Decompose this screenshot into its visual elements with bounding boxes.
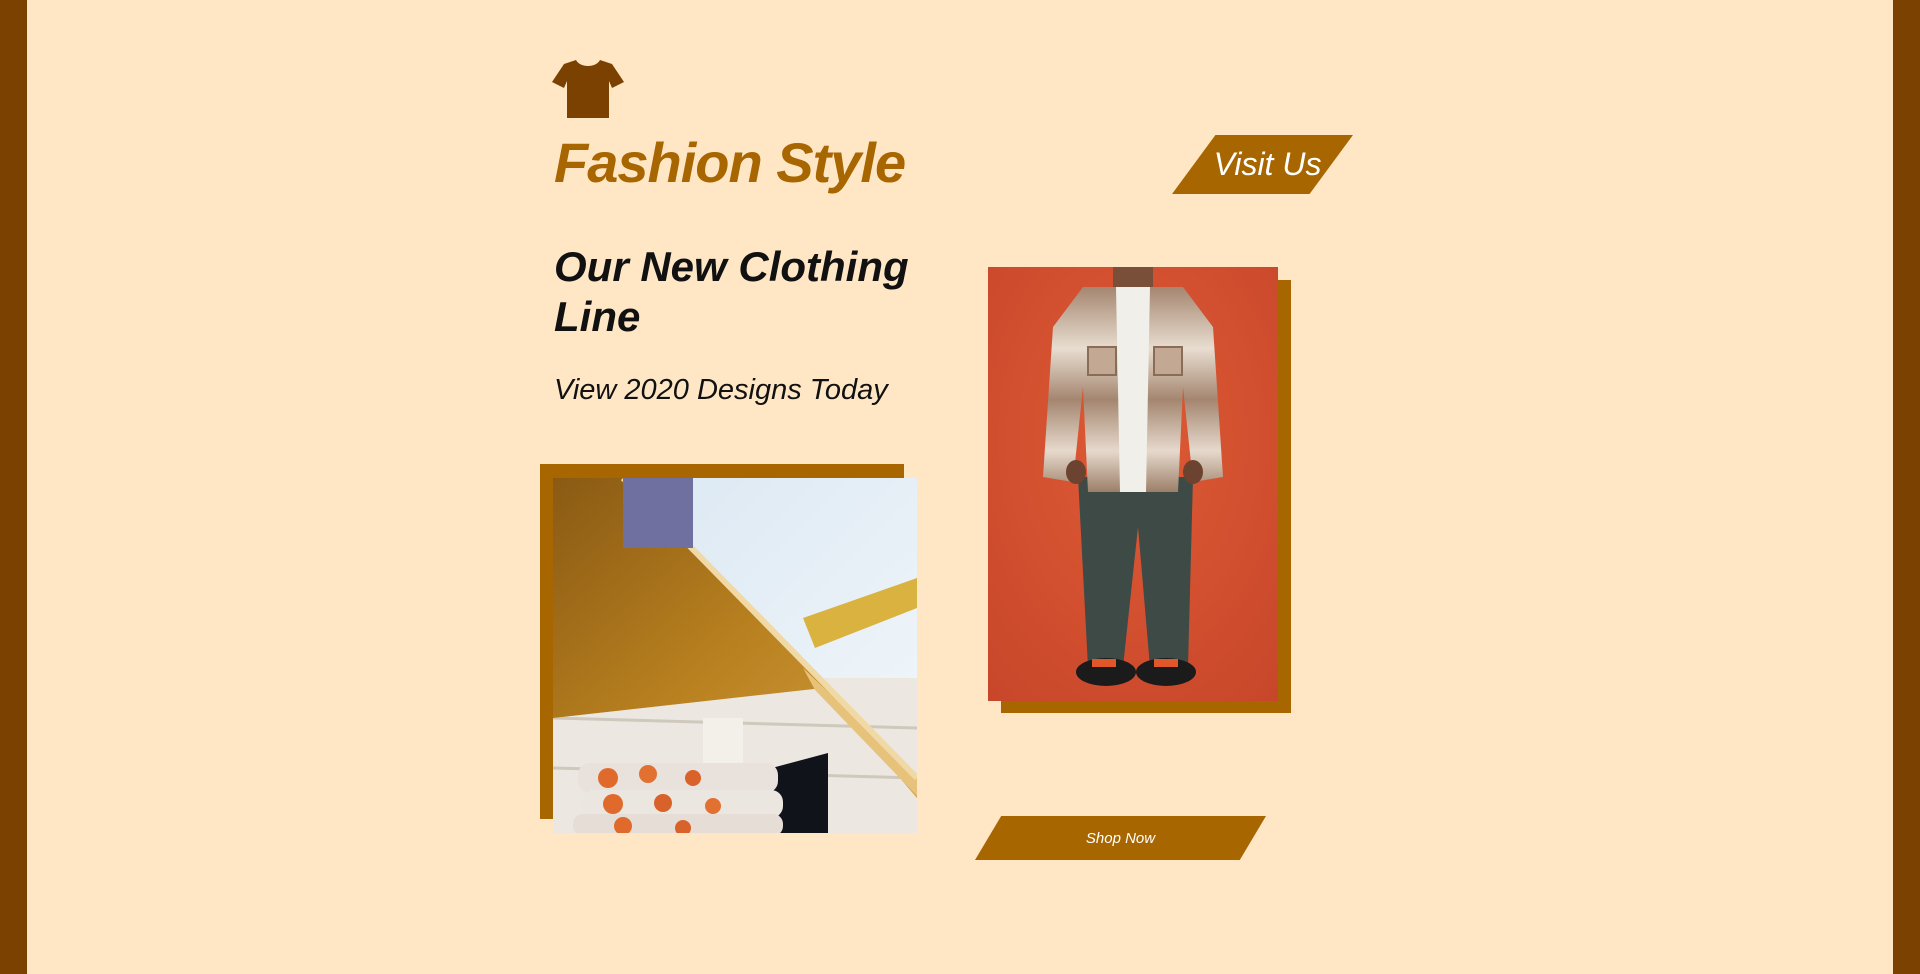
shop-now-label: Shop Now <box>1085 829 1156 847</box>
model-outfit-photo <box>988 267 1278 701</box>
hero-headline: Our New Clothing Line <box>554 243 909 340</box>
visit-us-label: Visit Us <box>1213 146 1322 182</box>
left-frame-bar <box>0 0 27 974</box>
visit-us-button[interactable]: Visit Us <box>1172 135 1353 194</box>
hero-subline: View 2020 Designs Today <box>554 374 888 406</box>
brand-title[interactable]: Fashion Style <box>554 130 906 195</box>
shop-now-button[interactable]: Shop Now <box>975 816 1266 860</box>
tshirt-icon <box>552 60 624 118</box>
shelf-clothing-photo <box>553 478 917 833</box>
right-frame-bar <box>1893 0 1920 974</box>
